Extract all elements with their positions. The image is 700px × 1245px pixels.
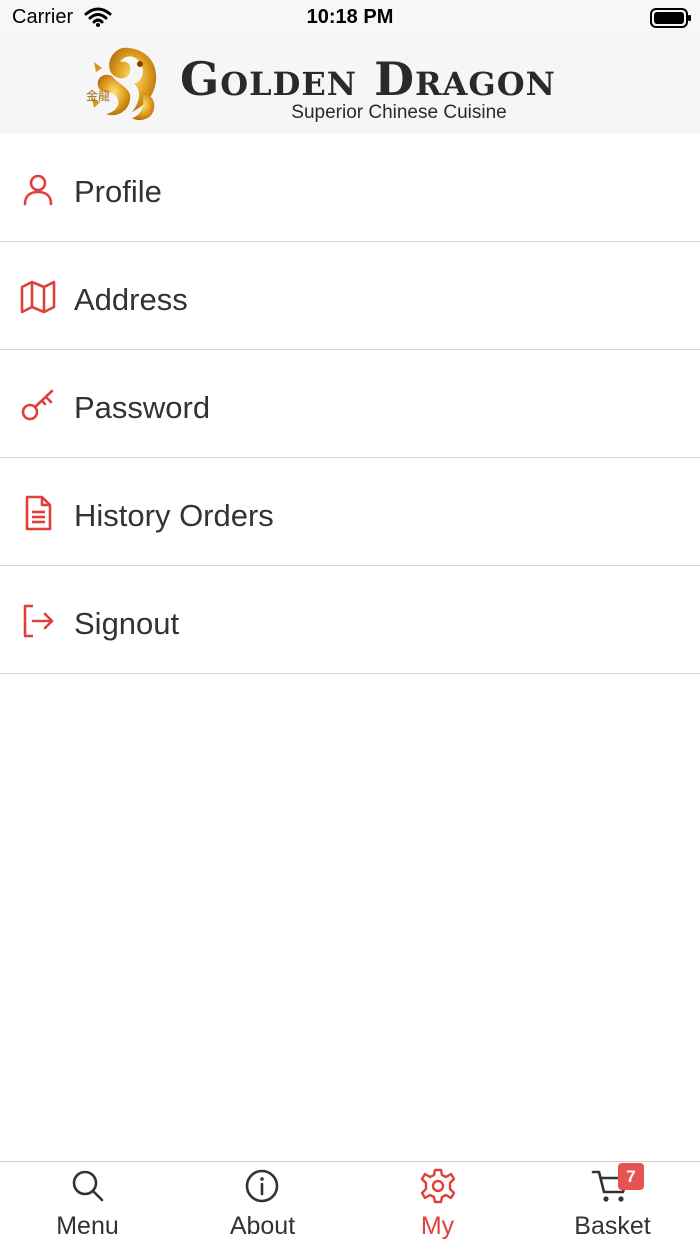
tab-menu[interactable]: Menu [0,1162,175,1245]
signout-icon [20,603,56,639]
battery-icon [650,8,692,33]
document-icon [20,495,56,531]
menu-item-label: Profile [74,174,162,209]
menu-item-label: Password [74,390,211,425]
bottom-tab-bar: Menu About My Basket [0,1161,700,1245]
tab-about[interactable]: About [175,1162,350,1245]
info-icon [245,1168,281,1204]
logo-characters: 金龍 [86,88,110,103]
person-icon [20,171,56,207]
tab-label: Menu [56,1212,119,1240]
status-bar: Carrier 10:18 PM [0,0,700,34]
search-icon [70,1168,106,1204]
account-menu-list: Profile Address Password History Orders … [0,134,700,674]
header-banner: 金龍 Golden Dragon Superior Chinese Cuisin… [0,34,700,134]
brand-subtitle: Superior Chinese Cuisine [291,102,507,123]
menu-item-signout[interactable]: Signout [0,566,700,674]
key-icon [20,387,56,423]
menu-item-password[interactable]: Password [0,350,700,458]
tab-basket[interactable]: Basket [525,1162,700,1245]
clock: 10:18 PM [306,6,394,28]
menu-item-label: Address [74,282,188,317]
tab-my[interactable]: My [350,1162,525,1245]
tab-label: Basket [574,1212,651,1240]
dragon-logo-icon: 金龍 [82,42,164,126]
tab-label: About [229,1212,296,1240]
map-icon [20,279,56,315]
gear-icon [420,1168,456,1204]
basket-count-badge: 7 [618,1163,644,1190]
tab-label: My [420,1212,455,1240]
menu-item-address[interactable]: Address [0,242,700,350]
menu-item-label: History Orders [74,498,274,533]
brand-title: Golden Dragon [180,52,556,106]
menu-item-profile[interactable]: Profile [0,134,700,242]
menu-item-label: Signout [74,606,180,641]
menu-item-history-orders[interactable]: History Orders [0,458,700,566]
